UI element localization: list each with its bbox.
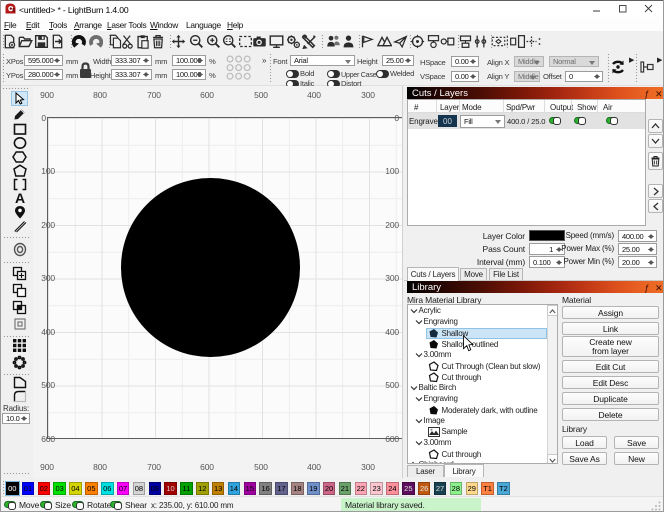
svg-text:A: A bbox=[15, 191, 25, 205]
